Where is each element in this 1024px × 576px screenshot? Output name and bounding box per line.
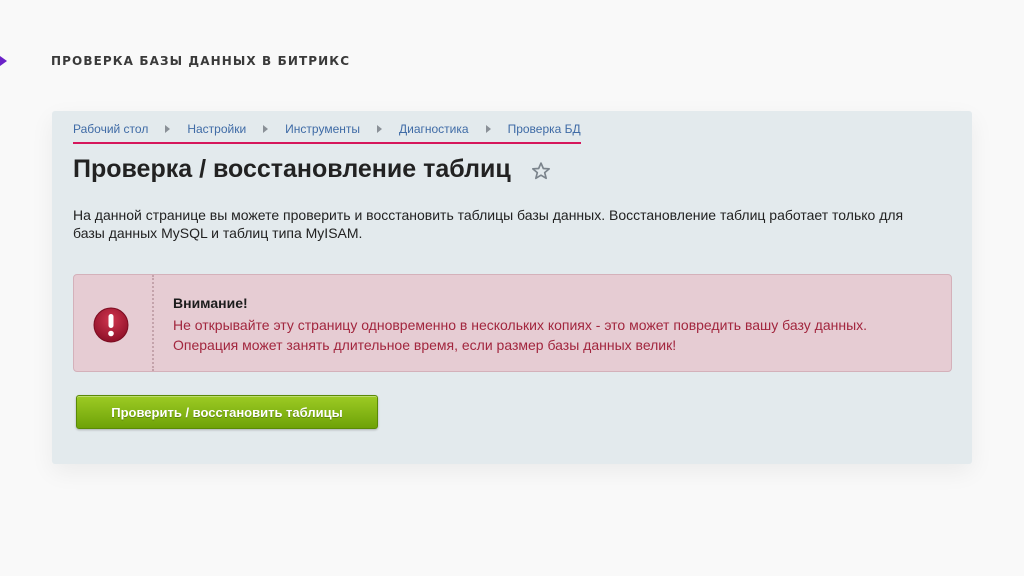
alert-icon-column — [74, 275, 154, 371]
alert-title: Внимание! — [173, 295, 248, 311]
page-title-row: Проверка / восстановление таблиц — [73, 155, 551, 184]
breadcrumb-arrow-icon — [165, 125, 171, 133]
slide-marker — [0, 51, 7, 71]
breadcrumb-item-tools[interactable]: Инструменты — [285, 122, 360, 136]
breadcrumb: Рабочий стол Настройки Инструменты Диагн… — [73, 122, 581, 144]
breadcrumb-arrow-icon — [377, 125, 382, 133]
breadcrumb-item-desktop[interactable]: Рабочий стол — [73, 122, 148, 136]
breadcrumb-arrow-icon — [485, 125, 491, 133]
check-restore-tables-button[interactable]: Проверить / восстановить таблицы — [76, 395, 378, 429]
breadcrumb-item-db-check[interactable]: Проверка БД — [508, 122, 581, 136]
breadcrumb-item-settings[interactable]: Настройки — [187, 122, 246, 136]
exclamation-icon — [93, 307, 129, 343]
admin-panel: Рабочий стол Настройки Инструменты Диагн… — [52, 111, 972, 464]
slide-title: ПРОВЕРКА БАЗЫ ДАННЫХ В БИТРИКС — [51, 54, 351, 68]
star-icon[interactable] — [531, 161, 551, 181]
alert-text: Не открывайте эту страницу одновременно … — [173, 317, 868, 353]
warning-alert: Внимание! Не открывайте эту страницу одн… — [73, 274, 952, 372]
breadcrumb-arrow-icon — [263, 125, 269, 133]
page-description: На данной странице вы можете проверить и… — [73, 207, 904, 241]
page-title: Проверка / восстановление таблиц — [73, 155, 511, 183]
breadcrumb-item-diagnostics[interactable]: Диагностика — [399, 122, 469, 136]
